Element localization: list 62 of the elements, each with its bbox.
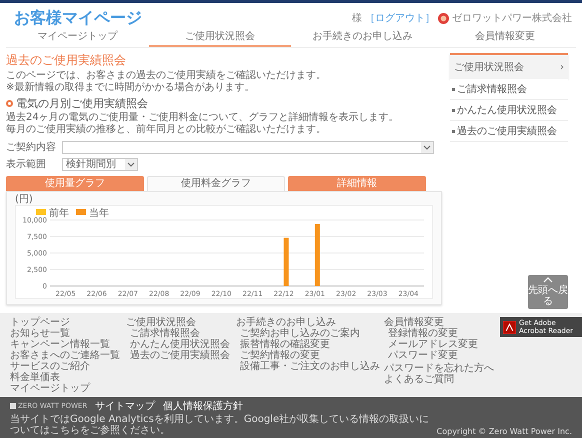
- legend-label: 前年: [49, 208, 69, 219]
- footer-link[interactable]: マイページトップ: [10, 383, 120, 394]
- footer-link[interactable]: キャンペーン情報一覧: [10, 339, 120, 350]
- footer-link[interactable]: パスワード変更: [384, 350, 494, 361]
- sidebar-header[interactable]: ご使用状況照会 ›: [450, 53, 568, 79]
- legend-label: 当年: [89, 208, 109, 219]
- footer-link[interactable]: ご契約情報の変更: [236, 350, 378, 361]
- chart-unit: (円): [15, 194, 34, 205]
- footer-link[interactable]: パスワードを忘れた方へ: [384, 363, 494, 374]
- footer-bar-link[interactable]: 個人情報保護方針: [163, 399, 244, 413]
- company-logo-icon: [438, 12, 449, 24]
- copyright-text: Copyright © Zero Watt Power Inc.: [436, 427, 573, 436]
- acrobat-icon: [503, 320, 516, 334]
- logout-link[interactable]: ［ログアウト］: [365, 11, 435, 25]
- bullet-icon: [452, 108, 455, 112]
- field-label: ご契約内容: [6, 140, 57, 154]
- contract-select[interactable]: [62, 140, 434, 154]
- footer-link[interactable]: トップページ: [10, 317, 120, 328]
- bar: [284, 238, 289, 286]
- chevron-up-icon: [543, 277, 553, 283]
- footer-link[interactable]: 振替情報の確認変更: [236, 339, 378, 350]
- bullet-icon: [452, 88, 455, 90]
- footer-link[interactable]: かんたん使用状況照会: [126, 339, 230, 350]
- user-label: 様: [352, 12, 362, 25]
- bar: [314, 224, 320, 286]
- footer-link[interactable]: 設備工事・ご注文のお申し込み: [236, 361, 378, 372]
- footer-link[interactable]: 登録情報の変更: [384, 328, 494, 339]
- footer-link[interactable]: ご契約お申し込みのご案内: [236, 328, 378, 339]
- caret-icon: [125, 158, 137, 170]
- section-heading: 電気の月別ご使用実績照会: [16, 97, 148, 110]
- footer-link[interactable]: メールアドレス変更: [384, 339, 494, 350]
- footer-bar-link[interactable]: サイトマップ: [95, 399, 156, 413]
- footer-link[interactable]: お客さまへのご連絡一覧: [10, 350, 120, 361]
- page-logo-title: お客様マイページ: [14, 8, 142, 28]
- footer-link[interactable]: ご請求情報照会: [126, 328, 230, 339]
- analytics-notice: 当サイトではGoogle Analyticsを利用しています。Google社が収集している情報の取扱いについてはこちらをご参照ください。: [10, 414, 430, 436]
- nav-tab[interactable]: ご使用状況照会: [148, 29, 291, 47]
- nav-tab[interactable]: マイページトップ: [6, 29, 148, 47]
- footer-link[interactable]: よくあるご質問: [384, 374, 494, 385]
- caret-icon: [421, 142, 433, 152]
- footer-heading-link[interactable]: お手続きのお申し込み: [236, 317, 378, 328]
- range-select[interactable]: 検針期間別: [62, 158, 138, 170]
- footer-link[interactable]: 料金単価表: [10, 372, 120, 383]
- footer-link[interactable]: お知らせ一覧: [10, 328, 120, 339]
- section-text: 過去24ヶ月の電気のご使用量・ご使用料金について、グラフと詳細情報を表示します。: [6, 112, 400, 124]
- intro-text: ※最新情報の取得までに時間がかかる場合があります。: [6, 82, 256, 94]
- company-name: ゼロワットパワー株式会社: [452, 12, 572, 25]
- section-text: 毎月のご使用実績の推移と、前年同月との比較がご確認いただけます。: [6, 124, 327, 136]
- field-label: 表示範囲: [6, 158, 47, 171]
- footer-heading-link[interactable]: 会員情報変更: [384, 317, 494, 328]
- nav-tab[interactable]: お手続きのお申し込み: [291, 29, 434, 47]
- footer-link[interactable]: サービスのご紹介: [10, 361, 120, 372]
- bullet-icon: [452, 130, 455, 132]
- back-to-top-button[interactable]: 先頭へ戻る: [528, 275, 568, 309]
- intro-text: このページでは、お客さまの過去のご使用実績をご確認いただけます。: [6, 70, 327, 82]
- footer-heading-link[interactable]: ご使用状況照会: [126, 317, 230, 328]
- page-heading: 過去のご使用実績照会: [6, 53, 127, 68]
- logo-icon: [10, 403, 16, 409]
- bullet-icon: [6, 100, 13, 107]
- footer-link[interactable]: 過去のご使用実績照会: [126, 350, 230, 361]
- chart-tab[interactable]: 使用料金グラフ: [147, 176, 285, 191]
- nav-tab[interactable]: 会員情報変更: [434, 29, 576, 47]
